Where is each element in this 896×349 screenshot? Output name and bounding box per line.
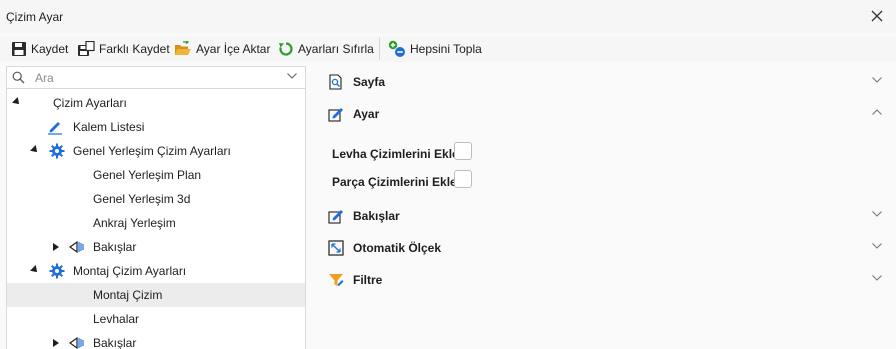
tree-item-label: Genel Yerleşim Plan <box>93 168 202 182</box>
search-icon <box>12 71 25 84</box>
chevron-down-icon[interactable] <box>872 211 882 217</box>
tree-item-assembly[interactable]: Montaj Çizim Ayarları <box>7 259 305 283</box>
section-page-header[interactable]: Sayfa <box>320 66 896 98</box>
tree-item-general-3d[interactable]: Genel Yerleşim 3d <box>7 187 305 211</box>
section-label: Otomatik Ölçek <box>353 241 442 255</box>
search-box <box>7 67 305 89</box>
section-label: Ayar <box>353 107 380 121</box>
search-input[interactable] <box>35 70 275 86</box>
settings-tree-panel: Çizim Ayarları Kalem Listesi Genel Yerle… <box>6 66 306 349</box>
tree-item-general-plan[interactable]: Genel Yerleşim Plan <box>7 163 305 187</box>
tree-item-label: Bakışlar <box>93 240 137 254</box>
section-filter-header[interactable]: Filtre <box>320 264 896 296</box>
expanded-arrow-icon[interactable] <box>30 145 40 155</box>
folder-open-icon <box>175 41 191 55</box>
title-bar: Çizim Ayar <box>0 0 896 34</box>
toolbar-divider <box>379 38 380 60</box>
tree-item-label: Montaj Çizim Ayarları <box>73 264 187 278</box>
tree-item-root[interactable]: Çizim Ayarları <box>7 91 305 115</box>
add-part-drawings-checkbox[interactable] <box>454 170 472 188</box>
edit-icon <box>328 108 343 122</box>
section-auto-scale-header[interactable]: Otomatik Ölçek <box>320 232 896 264</box>
save-button[interactable]: Kaydet <box>11 38 68 60</box>
collapsed-arrow-icon[interactable] <box>53 339 59 347</box>
import-settings-button[interactable]: Ayar İçe Aktar <box>174 38 270 60</box>
tree-item-label: Levhalar <box>93 312 140 326</box>
import-settings-label: Ayar İçe Aktar <box>196 42 271 56</box>
tree-item-label: Genel Yerleşim 3d <box>93 192 191 206</box>
tree-item-label: Genel Yerleşim Çizim Ayarları <box>73 144 231 158</box>
settings-detail-panel: Sayfa Ayar Levha Çizimlerini Ekle Parça … <box>320 66 896 349</box>
edit-icon <box>328 210 343 224</box>
filter-icon <box>329 274 344 286</box>
add-plate-drawings-checkbox[interactable] <box>454 142 472 160</box>
collapsed-arrow-icon[interactable] <box>53 243 59 251</box>
tree-item-plates[interactable]: Levhalar <box>7 307 305 331</box>
gear-icon <box>49 143 65 159</box>
section-label: Filtre <box>353 273 383 287</box>
views-icon <box>69 240 84 254</box>
close-button[interactable] <box>866 6 888 26</box>
page-search-icon <box>329 74 342 90</box>
save-as-label: Farklı Kaydet <box>99 42 170 56</box>
tree-item-views[interactable]: Bakışlar <box>7 235 305 259</box>
section-setting-header[interactable]: Ayar <box>320 98 896 130</box>
tree-item-label: Çizim Ayarları <box>53 96 127 110</box>
tree-item-anchor-layout[interactable]: Ankraj Yerleşim <box>7 211 305 235</box>
chevron-down-icon[interactable] <box>872 77 882 83</box>
tree-item-label: Ankraj Yerleşim <box>93 216 176 230</box>
floppy-disk-icon <box>12 42 26 56</box>
section-label: Bakışlar <box>353 209 400 223</box>
reset-settings-button[interactable]: Ayarları Sıfırla <box>278 38 374 60</box>
toolbar: Kaydet Farklı Kaydet Ayar İçe Aktar Ayar… <box>0 36 896 62</box>
chevron-up-icon[interactable] <box>872 109 882 115</box>
tree-item-pen-list[interactable]: Kalem Listesi <box>7 115 305 139</box>
expanded-arrow-icon[interactable] <box>30 265 40 275</box>
add-plate-drawings-label: Levha Çizimlerini Ekle <box>332 147 459 161</box>
close-icon <box>871 10 883 22</box>
collapse-all-label: Hepsini Topla <box>410 42 482 56</box>
section-label: Sayfa <box>353 75 386 89</box>
collapse-all-icon <box>388 40 405 57</box>
add-part-drawings-label: Parça Çizimlerini Ekle <box>332 175 457 189</box>
tree-item-assembly-drawing[interactable]: Montaj Çizim <box>7 283 305 307</box>
auto-scale-icon <box>328 240 344 256</box>
chevron-down-icon[interactable] <box>287 73 297 79</box>
chevron-down-icon[interactable] <box>872 275 882 281</box>
window-title: Çizim Ayar <box>6 10 64 24</box>
expanded-arrow-icon[interactable] <box>12 97 22 107</box>
views-icon <box>69 336 84 349</box>
reset-settings-label: Ayarları Sıfırla <box>298 42 374 56</box>
tree-item-general-layout[interactable]: Genel Yerleşim Çizim Ayarları <box>7 139 305 163</box>
save-as-icon <box>78 41 95 56</box>
save-as-button[interactable]: Farklı Kaydet <box>77 38 170 60</box>
tree-item-label: Kalem Listesi <box>73 120 145 134</box>
pen-icon <box>48 122 62 135</box>
save-label: Kaydet <box>31 42 69 56</box>
gear-icon <box>49 263 65 279</box>
tree-item-label: Montaj Çizim <box>93 288 163 302</box>
tree-item-views[interactable]: Bakışlar <box>7 331 305 349</box>
collapse-all-button[interactable]: Hepsini Topla <box>388 38 482 60</box>
tree-item-label: Bakışlar <box>93 336 137 349</box>
section-views-header[interactable]: Bakışlar <box>320 200 896 232</box>
reset-icon <box>279 42 293 56</box>
chevron-down-icon[interactable] <box>872 243 882 249</box>
